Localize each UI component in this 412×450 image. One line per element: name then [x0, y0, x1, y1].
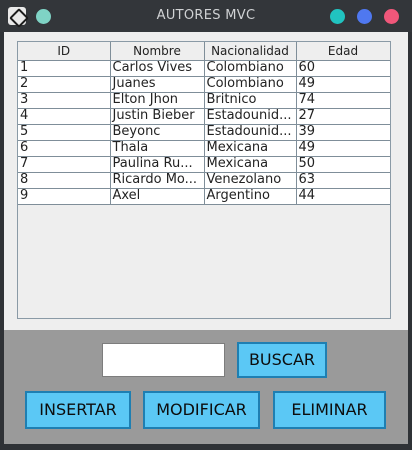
table-header: ID Nombre Nacionalidad Edad — [18, 42, 390, 61]
insert-button[interactable]: INSERTAR — [25, 391, 131, 429]
cell-nombre[interactable]: Axel — [109, 187, 205, 205]
search-button[interactable]: BUSCAR — [237, 342, 327, 378]
cell-nombre[interactable]: Elton Jhon — [109, 91, 205, 109]
cell-nombre[interactable]: Justin Bieber — [109, 107, 205, 125]
cell-edad[interactable]: 63 — [295, 171, 390, 189]
minimize-icon[interactable] — [330, 9, 345, 24]
table-row[interactable]: 5 Beyonc Estadounid... 39 — [18, 123, 390, 141]
column-header-edad[interactable]: Edad — [295, 42, 390, 61]
table-row[interactable]: 6 Thala Mexicana 49 — [18, 139, 390, 157]
table-row[interactable]: 8 Ricardo Mo... Venezolano 63 — [18, 171, 390, 189]
cell-edad[interactable]: 27 — [295, 107, 390, 125]
table-scroll-pane[interactable]: ID Nombre Nacionalidad Edad 1 Carlos Viv… — [17, 41, 391, 319]
cell-nacionalidad[interactable]: Estadounid... — [203, 107, 297, 125]
column-header-nacionalidad[interactable]: Nacionalidad — [203, 42, 297, 61]
cell-id[interactable]: 2 — [18, 75, 111, 93]
title-bar[interactable]: AUTORES MVC — [0, 0, 412, 32]
app-window: AUTORES MVC ID Nombre Nacionalidad Edad — [0, 0, 412, 450]
cell-edad[interactable]: 50 — [295, 155, 390, 173]
cell-edad[interactable]: 49 — [295, 139, 390, 157]
cell-nombre[interactable]: Carlos Vives — [109, 59, 205, 77]
cell-nacionalidad[interactable]: Argentino — [203, 187, 297, 205]
table-row[interactable]: 4 Justin Bieber Estadounid... 27 — [18, 107, 390, 125]
cell-nacionalidad[interactable]: Venezolano — [203, 171, 297, 189]
cell-nacionalidad[interactable]: Colombiano — [203, 59, 297, 77]
cell-nombre[interactable]: Ricardo Mo... — [109, 171, 205, 189]
cell-id[interactable]: 5 — [18, 123, 111, 141]
cell-edad[interactable]: 60 — [295, 59, 390, 77]
cell-nombre[interactable]: Paulina Ru... — [109, 155, 205, 173]
cell-edad[interactable]: 39 — [295, 123, 390, 141]
column-header-id[interactable]: ID — [18, 42, 111, 61]
cell-nacionalidad[interactable]: Mexicana — [203, 155, 297, 173]
authors-table[interactable]: ID Nombre Nacionalidad Edad 1 Carlos Viv… — [18, 42, 390, 205]
maximize-icon[interactable] — [357, 9, 372, 24]
cell-edad[interactable]: 44 — [295, 187, 390, 205]
cell-id[interactable]: 9 — [18, 187, 111, 205]
cell-id[interactable]: 8 — [18, 171, 111, 189]
table-row[interactable]: 3 Elton Jhon Britnico 74 — [18, 91, 390, 109]
table-panel: ID Nombre Nacionalidad Edad 1 Carlos Viv… — [4, 32, 408, 330]
cell-nacionalidad[interactable]: Britnico — [203, 91, 297, 109]
table-row[interactable]: 1 Carlos Vives Colombiano 60 — [18, 59, 390, 77]
cell-id[interactable]: 7 — [18, 155, 111, 173]
cell-nombre[interactable]: Beyonc — [109, 123, 205, 141]
cell-nacionalidad[interactable]: Colombiano — [203, 75, 297, 93]
cell-edad[interactable]: 49 — [295, 75, 390, 93]
search-input[interactable] — [102, 343, 225, 377]
table-body: 1 Carlos Vives Colombiano 60 2 Juanes Co… — [18, 59, 390, 205]
cell-id[interactable]: 4 — [18, 107, 111, 125]
cell-id[interactable]: 3 — [18, 91, 111, 109]
cell-id[interactable]: 1 — [18, 59, 111, 77]
cell-id[interactable]: 6 — [18, 139, 111, 157]
window-title: AUTORES MVC — [156, 8, 256, 23]
table-row[interactable]: 7 Paulina Ru... Mexicana 50 — [18, 155, 390, 173]
cell-edad[interactable]: 74 — [295, 91, 390, 109]
modify-button[interactable]: MODIFICAR — [143, 391, 260, 429]
table-row[interactable]: 2 Juanes Colombiano 49 — [18, 75, 390, 93]
cell-nacionalidad[interactable]: Mexicana — [203, 139, 297, 157]
cell-nombre[interactable]: Juanes — [109, 75, 205, 93]
cell-nacionalidad[interactable]: Estadounid... — [203, 123, 297, 141]
close-icon[interactable] — [384, 9, 399, 24]
column-header-nombre[interactable]: Nombre — [109, 42, 205, 61]
cell-nombre[interactable]: Thala — [109, 139, 205, 157]
delete-button[interactable]: ELIMINAR — [273, 391, 386, 429]
table-row[interactable]: 9 Axel Argentino 44 — [18, 187, 390, 205]
controls-panel: BUSCAR INSERTAR MODIFICAR ELIMINAR — [4, 330, 408, 444]
